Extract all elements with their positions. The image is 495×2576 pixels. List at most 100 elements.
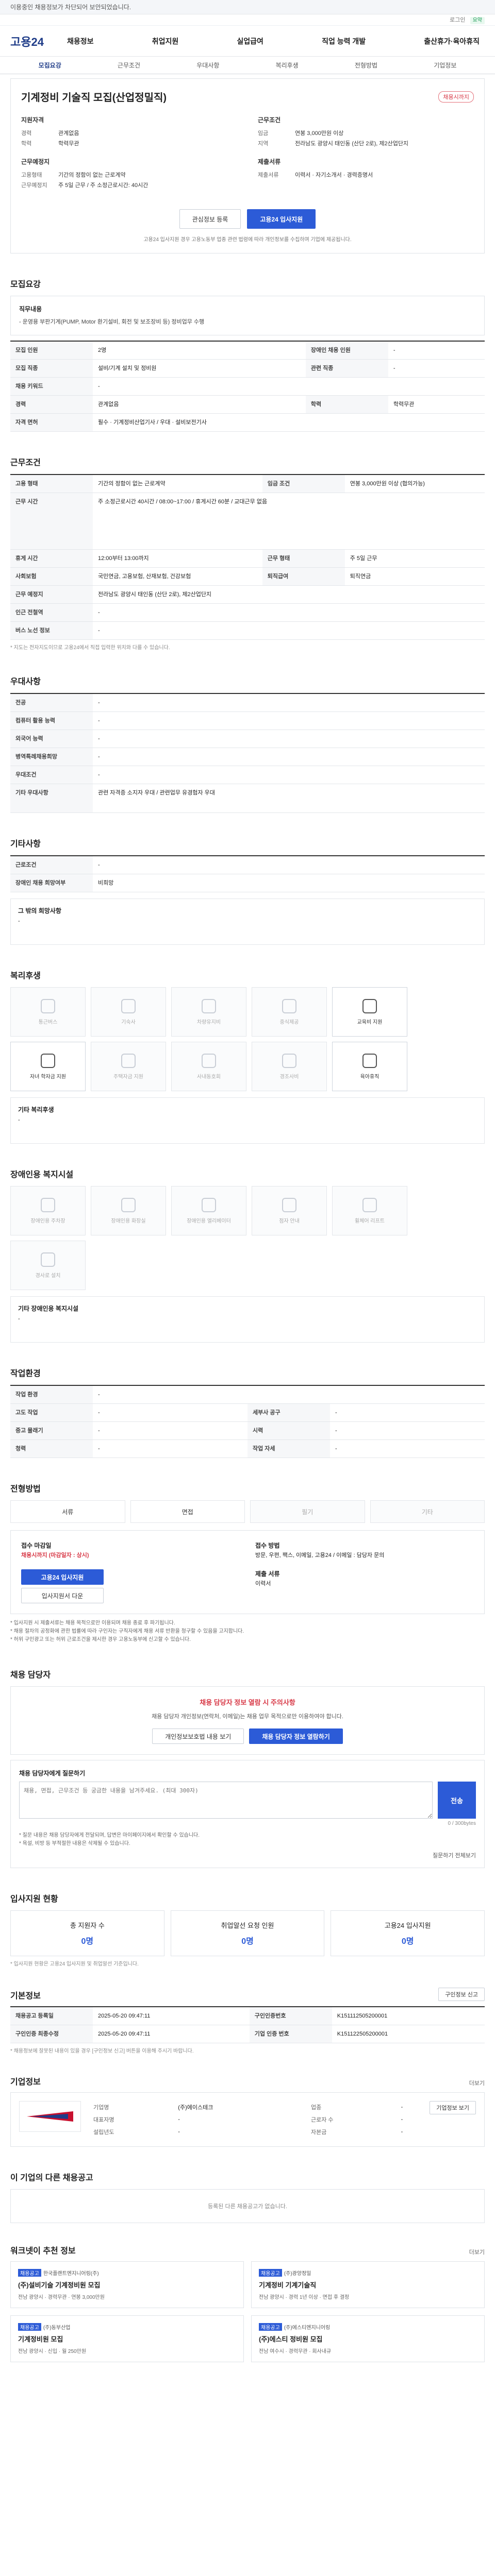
disabled-item: 장애인용 화장실 bbox=[91, 1186, 166, 1235]
disabled-item: 점자 안내 bbox=[252, 1186, 327, 1235]
section-tabs: 모집요강 근무조건 우대사항 복리후생 전형방법 기업정보 bbox=[0, 57, 495, 74]
duty-box: 직무내용 - 운영용 부판기계(PUMP, Motor 환기설비, 회전 및 보… bbox=[10, 296, 485, 335]
manager-title: 채용 담당자 bbox=[10, 1671, 51, 1680]
status-row: 총 지원자 수 0명 취업알선 요청 인원 0명 고용24 입사지원 0명 bbox=[10, 1910, 485, 1956]
etc-hope-box: 그 밖의 희망사항 - bbox=[10, 899, 485, 945]
disabled-icon bbox=[41, 1252, 55, 1267]
site-logo[interactable]: 고용24 bbox=[10, 33, 67, 49]
gnb-item-training[interactable]: 직업 능력 개발 bbox=[322, 36, 366, 46]
qualification-col: 지원자격 경력 관계없음 학력 학력무관 근무예정지 고용형태 기간의 정함이 없는 … bbox=[21, 116, 148, 189]
welfare-etc-box: 기타 복리후생 - bbox=[10, 1097, 485, 1144]
gnb-item-support[interactable]: 취업지원 bbox=[152, 36, 179, 46]
recommend-card[interactable]: 채용공고 한국플랜트엔지니어링(주) (주)설비기술 기계정비원 모집 전남 광양… bbox=[10, 2261, 244, 2308]
tab-conditions[interactable]: 근무조건 bbox=[89, 61, 168, 70]
disabled-label: 장애인용 엘리베이터 bbox=[187, 1218, 231, 1224]
method-etc: 기타 bbox=[370, 1500, 485, 1523]
recruit-table: 모집 인원 2명 장애인 채용 인원 - 모집 직종 설비/기계 설치 및 정비원 관련 … bbox=[10, 341, 485, 432]
company-title: 기업정보 bbox=[10, 2078, 41, 2087]
basic-title: 기본정보 bbox=[10, 1992, 41, 2001]
welfare-label: 차량유지비 bbox=[197, 1019, 221, 1025]
welfare-icon bbox=[362, 1053, 377, 1068]
welfare-icon bbox=[41, 998, 55, 1013]
top-notice-bar: 이용중인 채용정보가 차단되어 보안되었습니다. bbox=[0, 0, 495, 14]
gnb-item-jobs[interactable]: 채용정보 bbox=[67, 36, 94, 46]
recommend-card[interactable]: 채용공고 (주)동부산업 기계정비원 모집 전남 광양시 · 신입 · 월 250… bbox=[10, 2315, 244, 2362]
welfare-icon bbox=[282, 1053, 296, 1068]
manager-box: 채용 담당자 정보 열람 시 주의사항 채용 담당자 개인정보(연락처, 이메일… bbox=[10, 1686, 485, 1755]
job-summary-card: 기계정비 기술직 모집(산업정밀직) 채용시까지 지원자격 경력 관계없음 학력 학… bbox=[10, 78, 485, 253]
method-interview: 면접 bbox=[130, 1500, 245, 1523]
welfare-title: 복리후생 bbox=[10, 972, 41, 980]
disabled-grid: 장애인용 주차장 장애인용 화장실 장애인용 엘리베이터 점자 안내 휠체어 리프트경사… bbox=[10, 1186, 485, 1290]
workenv-title: 작업환경 bbox=[10, 1369, 41, 1378]
disabled-icon bbox=[202, 1197, 216, 1212]
recommend-more-link[interactable]: 더보기 bbox=[469, 2248, 485, 2256]
other-jobs-title: 이 기업의 다른 채용공고 bbox=[10, 2174, 93, 2182]
deadline-badge: 채용시까지 bbox=[438, 91, 474, 103]
welfare-icon bbox=[362, 998, 377, 1013]
tab-prefer[interactable]: 우대사항 bbox=[169, 61, 248, 70]
welfare-item: 주택자금 지원 bbox=[91, 1042, 166, 1091]
tab-welfare[interactable]: 복리후생 bbox=[248, 61, 326, 70]
recommend-grid: 채용공고 한국플랜트엔지니어링(주) (주)설비기술 기계정비원 모집 전남 광양… bbox=[10, 2261, 485, 2362]
summary-badge[interactable]: 요약 bbox=[470, 17, 485, 24]
welfare-icon bbox=[202, 998, 216, 1013]
view-manager-button[interactable]: 채용 담당자 정보 열람하기 bbox=[249, 1728, 343, 1744]
company-logo bbox=[19, 2101, 81, 2132]
report-button[interactable]: 구인정보 신고 bbox=[438, 1988, 485, 2001]
disabled-label: 장애인용 화장실 bbox=[111, 1218, 146, 1224]
disabled-item: 휠체어 리프트 bbox=[332, 1186, 407, 1235]
apply-button-2[interactable]: 고용24 입사지원 bbox=[21, 1569, 104, 1585]
apply-button[interactable]: 고용24 입사지원 bbox=[247, 209, 316, 229]
disabled-icon bbox=[41, 1197, 55, 1212]
gnb-item-leave[interactable]: 출산휴가·육아휴직 bbox=[424, 36, 480, 46]
qa-box: 채용 담당자에게 질문하기 전송 0 / 300bytes * 질문 내용은 채… bbox=[10, 1760, 485, 1868]
welfare-icon bbox=[41, 1053, 55, 1068]
company-box: 기업명 (주)에이스테크 업종 - 대표자명 - 근로자 수- 설립년도 - 자본금 - 기업정… bbox=[10, 2092, 485, 2147]
welfare-label: 기숙사 bbox=[121, 1019, 136, 1025]
recommend-card[interactable]: 채용공고 (주)광양정밀 기계정비 기계기술직 전남 광양시 · 경력 1년 이상… bbox=[251, 2261, 485, 2308]
apply-notice: 고용24 입사지원 경우 고용노동부 업종 관련 법령에 따라 개인정보를 수집… bbox=[143, 237, 352, 243]
welfare-item: 차량유지비 bbox=[171, 987, 246, 1037]
global-nav: 고용24 채용정보 취업지원 실업급여 직업 능력 개발 출산휴가·육아휴직 bbox=[0, 26, 495, 57]
welfare-item: 기숙사 bbox=[91, 987, 166, 1037]
download-form-button[interactable]: 입사지원서 다운 bbox=[21, 1588, 104, 1603]
disabled-item: 장애인용 엘리베이터 bbox=[171, 1186, 246, 1235]
gnb-item-unemployment[interactable]: 실업급여 bbox=[237, 36, 263, 46]
interest-button[interactable]: 관심정보 등록 bbox=[179, 209, 241, 229]
disabled-label: 휠체어 리프트 bbox=[355, 1218, 385, 1224]
workenv-table: 작업 환경 - 고도 작업 - 세부사 공구 - 중고 물래기 - 시력 - 청력 - 작업 자세… bbox=[10, 1385, 485, 1458]
privacy-law-button[interactable]: 개인정보보호법 내용 보기 bbox=[152, 1728, 244, 1744]
welfare-icon bbox=[121, 1053, 136, 1068]
method-row: 서류 면접 필기 기타 bbox=[10, 1500, 485, 1523]
disabled-label: 장애인용 주차장 bbox=[30, 1218, 65, 1224]
welfare-item: 경조사비 bbox=[252, 1042, 327, 1091]
welfare-item: 교육비 지원 bbox=[332, 987, 407, 1037]
disabled-item: 경사로 설치 bbox=[10, 1241, 86, 1290]
tab-method[interactable]: 전형방법 bbox=[326, 61, 405, 70]
company-info-button[interactable]: 기업정보 보기 bbox=[430, 2101, 476, 2114]
qa-more-link[interactable]: 질문하기 전체보기 bbox=[19, 1851, 476, 1859]
company-more-link[interactable]: 더보기 bbox=[469, 2079, 485, 2087]
recommend-card[interactable]: 채용공고 (주)에스티엔지니어링 (주)에스티 정비원 모집 전남 여수시 · 경… bbox=[251, 2315, 485, 2362]
qa-input[interactable] bbox=[19, 1782, 433, 1819]
disabled-title: 장애인용 복지시설 bbox=[10, 1171, 74, 1179]
disabled-icon bbox=[362, 1197, 377, 1212]
job-title: 기계정비 기술직 모집(산업정밀직) bbox=[21, 92, 167, 104]
welfare-item: 중식제공 bbox=[252, 987, 327, 1037]
welfare-label: 사내동호회 bbox=[197, 1074, 221, 1080]
method-document: 서류 bbox=[10, 1500, 125, 1523]
qa-send-button[interactable]: 전송 bbox=[438, 1782, 476, 1819]
etc-title: 기타사항 bbox=[10, 840, 41, 849]
disabled-item: 장애인용 주차장 bbox=[10, 1186, 86, 1235]
tab-recruit[interactable]: 모집요강 bbox=[10, 61, 89, 70]
login-link[interactable]: 로그인 bbox=[450, 17, 465, 23]
welfare-item: 사내동호회 bbox=[171, 1042, 246, 1091]
etc-table: 근로조건 - 장애인 채용 희망여부 비희망 bbox=[10, 855, 485, 892]
basic-table: 채용공고 등록일 2025-05-20 09:47:11 구인인증번호 K151112… bbox=[10, 2006, 485, 2043]
welfare-grid: 통근버스 기숙사 차량유지비 중식제공 교육비 지원 자녀 학자금 지원 주택자금 지원 사내… bbox=[10, 987, 485, 1091]
method-notes: * 입사지원 시 제출서류는 채용 목적으로만 이용되며 채용 종료 후 파기됩… bbox=[10, 1620, 244, 1642]
gnb-menu: 채용정보 취업지원 실업급여 직업 능력 개발 출산휴가·육아휴직 bbox=[67, 36, 485, 46]
tab-company[interactable]: 기업정보 bbox=[406, 61, 485, 70]
conditions-title: 근무조건 bbox=[10, 459, 41, 467]
